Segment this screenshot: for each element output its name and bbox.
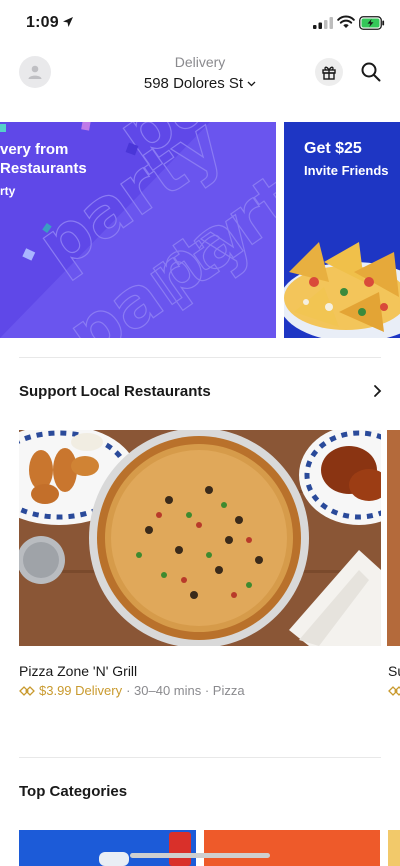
category-tile[interactable] bbox=[19, 830, 196, 866]
gift-button[interactable] bbox=[315, 58, 343, 86]
pizza-photo bbox=[19, 430, 381, 646]
nachos-image bbox=[284, 242, 400, 338]
delivery-mode-label: Delivery bbox=[174, 54, 226, 70]
store-image-next[interactable] bbox=[387, 430, 400, 646]
gift-icon bbox=[322, 66, 336, 80]
battery-charging-icon bbox=[359, 16, 385, 30]
promo-banner-invite[interactable]: Get $25 Invite Friends bbox=[284, 122, 400, 338]
category-tile[interactable] bbox=[204, 830, 380, 866]
wifi-icon bbox=[337, 15, 355, 28]
chevron-down-icon bbox=[247, 81, 256, 86]
cellular-signal-icon bbox=[313, 17, 333, 29]
user-icon bbox=[28, 65, 42, 79]
store-name: Pizza Zone 'N' Grill bbox=[19, 663, 138, 679]
category-image bbox=[99, 832, 191, 866]
store-meta: $3.99 Delivery · 30–40 mins · Pizza bbox=[19, 683, 245, 698]
location-arrow-icon bbox=[63, 17, 73, 27]
section-divider bbox=[19, 357, 381, 358]
home-indicator[interactable] bbox=[130, 853, 270, 858]
status-bar: 1:09 bbox=[0, 0, 400, 46]
store-name-next: Su bbox=[388, 663, 400, 679]
chevron-right-icon[interactable] bbox=[370, 384, 384, 398]
status-time: 1:09 bbox=[26, 14, 59, 31]
category-tile[interactable] bbox=[388, 830, 400, 866]
store-details: · 30–40 mins · Pizza bbox=[126, 683, 245, 698]
delivery-address-selector[interactable]: Delivery 598 Dolores St bbox=[100, 54, 300, 93]
address-row[interactable]: 598 Dolores St bbox=[144, 75, 256, 92]
delivery-fee-icon bbox=[19, 685, 35, 696]
promo-banner-party[interactable]: party party party party very from Restau… bbox=[0, 122, 276, 338]
banner-headline-2: Restaurants bbox=[0, 160, 87, 177]
delivery-fee-icon bbox=[388, 686, 400, 696]
search-icon[interactable] bbox=[360, 61, 382, 83]
store-image-pizza-zone[interactable]: ★ bbox=[19, 430, 381, 646]
delivery-fee: $3.99 Delivery bbox=[39, 683, 123, 698]
section-divider bbox=[19, 757, 381, 758]
banner-subline: rty bbox=[0, 184, 16, 198]
section-title-top-categories: Top Categories bbox=[19, 783, 128, 800]
banner-headline-1: very from bbox=[0, 141, 69, 158]
delivery-address: 598 Dolores St bbox=[143, 75, 244, 92]
account-avatar-button[interactable] bbox=[19, 56, 51, 88]
section-title-support-local: Support Local Restaurants bbox=[19, 383, 211, 400]
